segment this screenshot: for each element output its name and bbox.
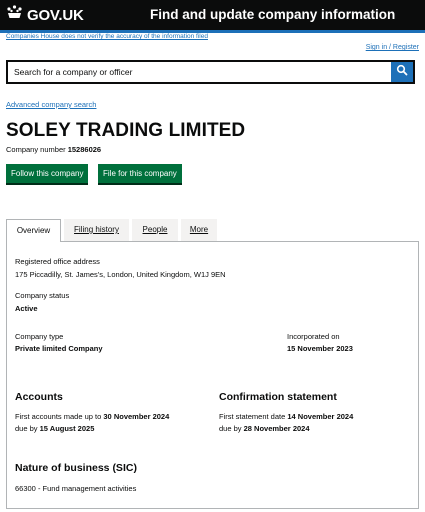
follow-company-button[interactable]: Follow this company	[6, 164, 89, 183]
sic-item: 66300 - Fund management activities	[15, 484, 137, 493]
service-name[interactable]: Find and update company information	[150, 7, 395, 22]
company-number: Company number 15286026	[6, 145, 101, 154]
incorporated-value: 15 November 2023	[287, 344, 353, 353]
address-label: Registered office address	[15, 257, 100, 266]
sign-in-link[interactable]: Sign in / Register	[366, 44, 419, 51]
file-for-company-button[interactable]: File for this company	[98, 164, 182, 183]
tab-overview[interactable]: Overview	[6, 219, 61, 242]
search-button[interactable]	[391, 62, 413, 82]
tab-filing-history[interactable]: Filing history	[64, 219, 129, 241]
search-bar	[6, 60, 415, 84]
govuk-logo[interactable]: GOV.UK	[6, 5, 84, 25]
status-label: Company status	[15, 291, 70, 300]
crown-icon	[6, 5, 23, 25]
accounts-due-prefix: due by	[15, 424, 38, 433]
incorporated-label: Incorporated on	[287, 332, 340, 341]
disclaimer-link[interactable]: Companies House does not verify the accu…	[6, 33, 208, 40]
govuk-header: GOV.UK Find and update company informati…	[0, 0, 425, 30]
page-title: SOLEY TRADING LIMITED	[6, 120, 246, 141]
confirmation-due-prefix: due by	[219, 424, 242, 433]
search-input[interactable]	[8, 62, 391, 82]
accounts-first-prefix: First accounts made up to	[15, 412, 102, 421]
advanced-search-link[interactable]: Advanced company search	[6, 100, 96, 109]
confirmation-first-date: 14 November 2024	[287, 412, 354, 421]
confirmation-heading: Confirmation statement	[219, 391, 337, 403]
confirmation-due: due by 28 November 2024	[219, 424, 310, 433]
accounts-due-date: 15 August 2025	[39, 424, 95, 433]
confirmation-due-date: 28 November 2024	[243, 424, 310, 433]
accounts-due: due by 15 August 2025	[15, 424, 94, 433]
confirmation-first: First statement date 14 November 2024	[219, 412, 353, 421]
accounts-first: First accounts made up to 30 November 20…	[15, 412, 169, 421]
nature-heading: Nature of business (SIC)	[15, 462, 137, 474]
search-icon	[396, 63, 408, 81]
company-number-value: 15286026	[67, 145, 102, 154]
company-type-value: Private limited Company	[15, 344, 103, 353]
confirmation-first-prefix: First statement date	[219, 412, 286, 421]
status-value: Active	[15, 304, 38, 313]
tab-people[interactable]: People	[132, 219, 178, 241]
overview-panel: Registered office address 175 Piccadilly…	[6, 241, 419, 509]
accounts-heading: Accounts	[15, 391, 63, 403]
company-number-label: Company number	[6, 145, 66, 154]
tab-more[interactable]: More	[181, 219, 217, 241]
address-value: 175 Piccadilly, St. James's, London, Uni…	[15, 270, 226, 279]
logo-text: GOV.UK	[27, 6, 84, 24]
company-type-label: Company type	[15, 332, 64, 341]
accounts-first-date: 30 November 2024	[103, 412, 170, 421]
